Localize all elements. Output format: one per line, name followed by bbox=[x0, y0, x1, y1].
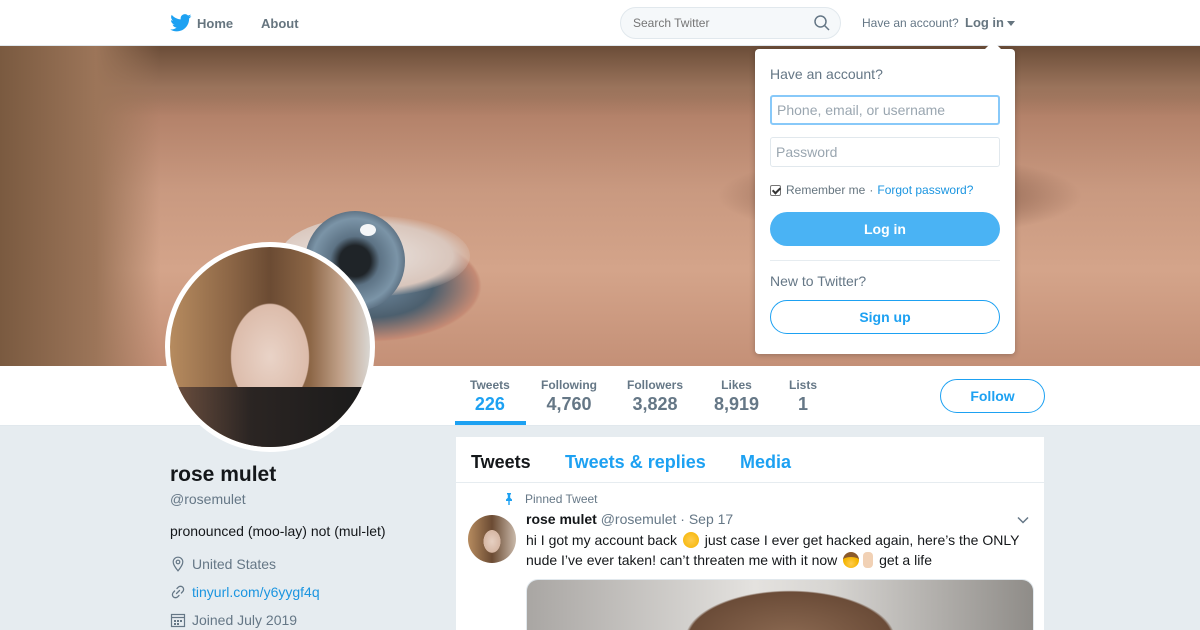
tweet-text: hi I got my account back just case I eve… bbox=[526, 530, 1034, 570]
stat-label: Followers bbox=[627, 378, 684, 392]
dropdown-title: Have an account? bbox=[770, 66, 883, 82]
nav-home-link[interactable]: Home bbox=[197, 16, 233, 31]
stat-likes[interactable]: Likes 8,919 bbox=[714, 378, 759, 415]
website-link[interactable]: tinyurl.com/y6yygf4q bbox=[192, 584, 320, 600]
avatar-shirt-shading bbox=[170, 387, 370, 447]
tweet-avatar[interactable] bbox=[468, 515, 516, 563]
username-input[interactable] bbox=[770, 95, 1000, 125]
stat-label: Following bbox=[541, 378, 597, 392]
stat-followers[interactable]: Followers 3,828 bbox=[627, 378, 683, 415]
calendar-icon bbox=[170, 613, 186, 628]
profile-website[interactable]: tinyurl.com/y6yygf4q bbox=[170, 584, 320, 600]
search-icon[interactable] bbox=[814, 15, 830, 31]
separator-dot: · bbox=[869, 183, 874, 197]
tweet-timestamp[interactable]: · Sep 17 bbox=[680, 511, 733, 527]
stat-lists[interactable]: Lists 1 bbox=[789, 378, 817, 415]
top-navigation-bar: Home About Have an account? Log in bbox=[0, 0, 1200, 46]
login-toggle-label: Log in bbox=[965, 15, 1004, 30]
profile-name[interactable]: rose mulet bbox=[170, 463, 276, 487]
timeline-card: Tweets Tweets & replies Media Pinned Twe… bbox=[456, 437, 1044, 630]
remember-me-checkbox[interactable] bbox=[770, 184, 781, 196]
tab-tweets-and-replies[interactable]: Tweets & replies bbox=[565, 452, 706, 473]
stat-following[interactable]: Following 4,760 bbox=[541, 378, 597, 415]
stat-tweets[interactable]: Tweets 226 bbox=[470, 378, 510, 415]
banner-hair-left-shading bbox=[0, 46, 160, 366]
tweet-text-part: hi I got my account back bbox=[526, 532, 677, 548]
profile-location: United States bbox=[170, 556, 276, 572]
chevron-down-icon bbox=[1007, 21, 1015, 27]
location-pin-icon bbox=[172, 556, 184, 572]
tab-tweets[interactable]: Tweets bbox=[471, 452, 531, 473]
timeline-tabs: Tweets Tweets & replies Media bbox=[456, 437, 1044, 483]
tweet-author-handle[interactable]: @rosemulet bbox=[601, 511, 677, 527]
joined-text: Joined July 2019 bbox=[192, 612, 298, 628]
follow-button[interactable]: Follow bbox=[940, 379, 1045, 413]
profile-joined: Joined July 2019 bbox=[170, 612, 297, 628]
chevron-down-icon[interactable] bbox=[1017, 516, 1029, 524]
login-dropdown-toggle[interactable]: Log in bbox=[965, 15, 1015, 30]
stat-label: Lists bbox=[789, 378, 818, 392]
tweet-text-part: get a life bbox=[879, 552, 932, 568]
login-button[interactable]: Log in bbox=[770, 212, 1000, 246]
have-account-label: Have an account? bbox=[862, 16, 959, 30]
stat-value: 4,760 bbox=[546, 394, 592, 414]
new-to-twitter-label: New to Twitter? bbox=[770, 273, 867, 289]
stat-value: 8,919 bbox=[714, 394, 760, 414]
login-dropdown: Have an account? Remember me · Forgot pa… bbox=[755, 41, 1015, 354]
divider bbox=[770, 260, 1000, 261]
remember-row: Remember me · Forgot password? bbox=[770, 183, 973, 197]
banner-hair-shading bbox=[0, 46, 1200, 116]
search-box[interactable] bbox=[620, 7, 841, 39]
banner-eye-glint bbox=[360, 224, 376, 236]
stat-label: Likes bbox=[721, 378, 752, 392]
active-stat-underline bbox=[455, 421, 526, 425]
search-input[interactable] bbox=[633, 16, 803, 30]
cowboy-face-emoji-icon bbox=[843, 552, 860, 568]
pin-icon bbox=[506, 493, 512, 505]
stat-value: 226 bbox=[474, 394, 505, 414]
link-icon bbox=[171, 585, 185, 599]
profile-handle[interactable]: @rosemulet bbox=[170, 491, 246, 507]
nav-about-link[interactable]: About bbox=[261, 16, 299, 31]
location-text: United States bbox=[192, 556, 277, 572]
upside-down-face-emoji-icon bbox=[682, 532, 699, 548]
middle-finger-emoji-icon bbox=[863, 552, 874, 568]
tab-media[interactable]: Media bbox=[740, 452, 791, 473]
pinned-tweet-label: Pinned Tweet bbox=[503, 492, 598, 506]
forgot-password-link[interactable]: Forgot password? bbox=[877, 183, 973, 197]
password-input[interactable] bbox=[770, 137, 1000, 167]
tweet-author-name[interactable]: rose mulet bbox=[526, 511, 597, 527]
stat-value: 1 bbox=[798, 394, 809, 414]
pinned-text: Pinned Tweet bbox=[525, 492, 598, 506]
twitter-bird-icon[interactable] bbox=[170, 14, 192, 32]
dropdown-caret bbox=[985, 41, 1001, 49]
remember-me-label[interactable]: Remember me bbox=[786, 183, 865, 197]
profile-bio: pronounced (moo-lay) not (mul-let) bbox=[170, 523, 386, 539]
tweet-header: rose mulet @rosemulet · Sep 17 bbox=[526, 511, 733, 527]
stat-value: 3,828 bbox=[632, 394, 678, 414]
profile-avatar[interactable] bbox=[165, 242, 375, 452]
stat-label: Tweets bbox=[470, 378, 510, 392]
signup-button[interactable]: Sign up bbox=[770, 300, 1000, 334]
tweet-media-image[interactable] bbox=[526, 579, 1034, 630]
